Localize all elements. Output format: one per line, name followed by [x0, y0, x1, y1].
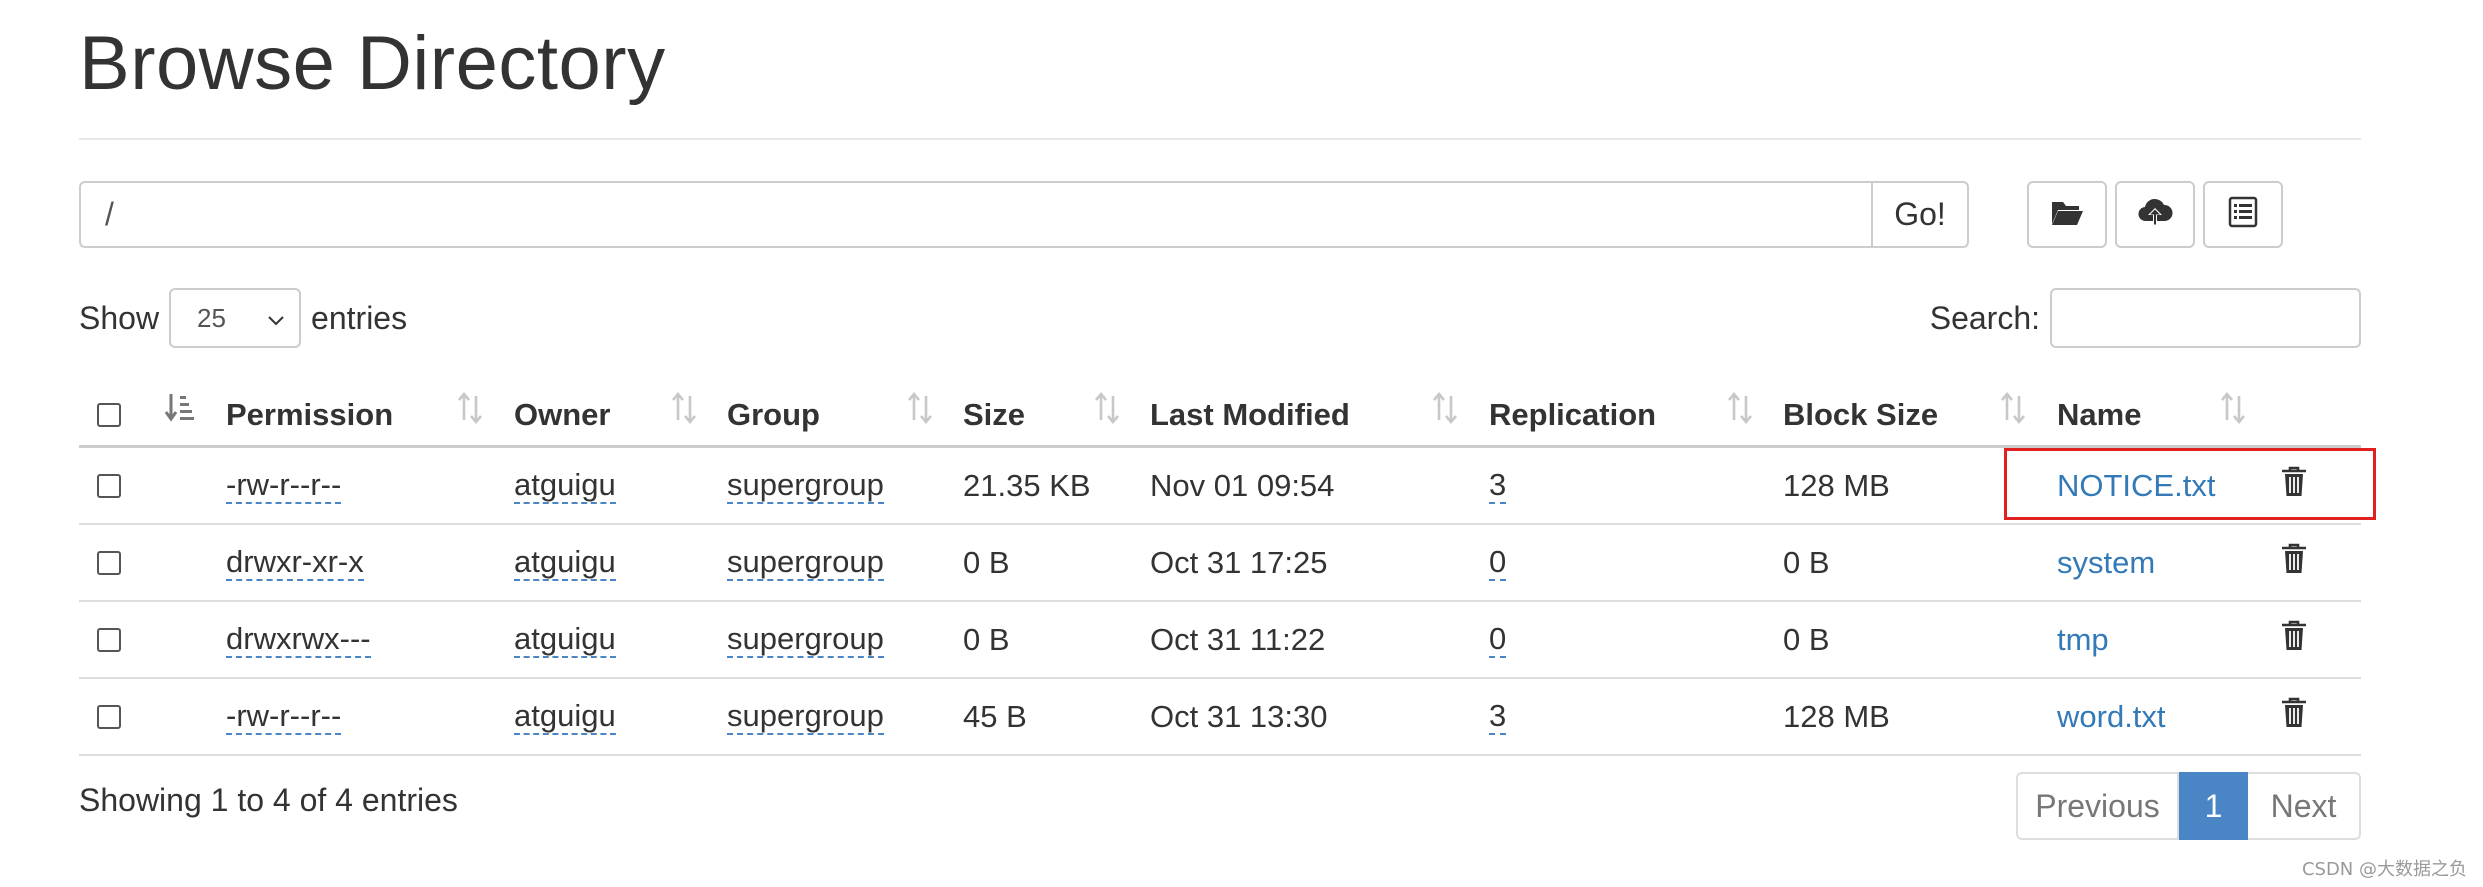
- previous-page-button[interactable]: Previous: [2016, 772, 2179, 840]
- header-replication[interactable]: Replication: [1489, 370, 1656, 445]
- sort-icon[interactable]: [2218, 390, 2248, 426]
- owner-cell[interactable]: atguigu: [514, 467, 616, 505]
- row-checkbox[interactable]: [97, 627, 121, 652]
- size-cell: 45 B: [963, 698, 1027, 734]
- upload-button[interactable]: [2115, 181, 2195, 248]
- go-button[interactable]: Go!: [1871, 181, 1969, 248]
- entries-label: entries: [311, 299, 408, 336]
- create-directory-button[interactable]: [2027, 181, 2107, 248]
- block-size-cell: 0 B: [1783, 544, 1830, 580]
- search-label: Search:: [1929, 299, 2040, 336]
- replication-cell[interactable]: 3: [1489, 698, 1507, 736]
- title-divider: [79, 138, 2361, 140]
- sort-asc-icon[interactable]: [164, 390, 194, 426]
- row-checkbox-cell: [97, 525, 121, 600]
- trash-icon: [2280, 696, 2308, 738]
- replication-cell[interactable]: 3: [1489, 467, 1507, 505]
- group-cell[interactable]: supergroup: [727, 544, 884, 582]
- file-table: Permission Owner Group Size Last Modifie…: [79, 370, 2361, 756]
- block-size-cell: 128 MB: [1783, 698, 1890, 734]
- header-block-size[interactable]: Block Size: [1783, 370, 1938, 445]
- block-size-cell: 0 B: [1783, 621, 1830, 657]
- trash-icon: [2280, 542, 2308, 584]
- modified-cell: Oct 31 17:25: [1150, 544, 1328, 580]
- path-input[interactable]: [79, 181, 1871, 248]
- permission-cell[interactable]: drwxr-xr-x: [226, 544, 364, 582]
- permission-cell[interactable]: drwxrwx---: [226, 621, 371, 659]
- delete-button[interactable]: [2280, 602, 2308, 677]
- owner-cell[interactable]: atguigu: [514, 544, 616, 582]
- row-checkbox-cell: [97, 679, 121, 754]
- table-row: drwxr-xr-x atguigu supergroup 0 B Oct 31…: [79, 525, 2361, 602]
- path-bar: Go!: [79, 181, 1969, 248]
- page-1-button[interactable]: 1: [2179, 772, 2248, 840]
- size-cell: 0 B: [963, 544, 1010, 580]
- table-row: drwxrwx--- atguigu supergroup 0 B Oct 31…: [79, 602, 2361, 679]
- file-name-link[interactable]: word.txt: [2057, 679, 2166, 754]
- delete-button[interactable]: [2280, 679, 2308, 754]
- group-cell[interactable]: supergroup: [727, 621, 884, 659]
- permission-cell[interactable]: -rw-r--r--: [226, 467, 342, 505]
- highlight-annotation: [2004, 448, 2376, 520]
- table-header: Permission Owner Group Size Last Modifie…: [79, 370, 2361, 448]
- file-name-link[interactable]: tmp: [2057, 602, 2109, 677]
- replication-cell[interactable]: 0: [1489, 621, 1507, 659]
- sort-icon[interactable]: [455, 390, 485, 426]
- row-checkbox-cell: [97, 448, 121, 523]
- list-icon: [2225, 194, 2261, 235]
- group-cell[interactable]: supergroup: [727, 467, 884, 505]
- header-name[interactable]: Name: [2057, 370, 2141, 445]
- modified-cell: Oct 31 13:30: [1150, 698, 1328, 734]
- sort-icon[interactable]: [669, 390, 699, 426]
- trash-icon: [2280, 619, 2308, 661]
- row-checkbox[interactable]: [97, 704, 121, 729]
- size-cell: 0 B: [963, 621, 1010, 657]
- table-row: -rw-r--r-- atguigu supergroup 45 B Oct 3…: [79, 679, 2361, 756]
- header-permission[interactable]: Permission: [226, 370, 393, 445]
- pagination: Previous 1 Next: [2016, 772, 2361, 840]
- row-checkbox-cell: [97, 602, 121, 677]
- search-input[interactable]: [2050, 288, 2361, 348]
- modified-cell: Oct 31 11:22: [1150, 621, 1326, 657]
- header-last-modified[interactable]: Last Modified: [1150, 370, 1350, 445]
- group-cell[interactable]: supergroup: [727, 698, 884, 736]
- block-size-cell: 128 MB: [1783, 467, 1890, 503]
- header-group[interactable]: Group: [727, 370, 820, 445]
- header-owner[interactable]: Owner: [514, 370, 610, 445]
- sort-icon[interactable]: [1725, 390, 1755, 426]
- entries-select-value: 25: [197, 302, 226, 333]
- entries-select[interactable]: 25: [169, 288, 302, 348]
- folder-open-icon: [2049, 194, 2085, 235]
- page-title: Browse Directory: [79, 21, 666, 106]
- row-checkbox[interactable]: [97, 473, 121, 498]
- chevron-down-icon: [267, 303, 285, 334]
- sort-icon[interactable]: [1092, 390, 1122, 426]
- file-name-link[interactable]: system: [2057, 525, 2155, 600]
- select-all-checkbox-cell: [97, 370, 121, 445]
- table-info: Showing 1 to 4 of 4 entries: [79, 782, 458, 818]
- sort-icon[interactable]: [905, 390, 935, 426]
- permission-cell[interactable]: -rw-r--r--: [226, 698, 342, 736]
- header-size[interactable]: Size: [963, 370, 1025, 445]
- cloud-upload-icon: [2137, 194, 2173, 235]
- replication-cell[interactable]: 0: [1489, 544, 1507, 582]
- delete-button[interactable]: [2280, 525, 2308, 600]
- owner-cell[interactable]: atguigu: [514, 698, 616, 736]
- select-all-checkbox[interactable]: [97, 402, 121, 427]
- watermark: CSDN @大数据之负: [2301, 859, 2467, 880]
- page-length-control: Show 25 entries: [79, 288, 407, 348]
- sort-icon[interactable]: [1998, 390, 2028, 426]
- next-page-button[interactable]: Next: [2248, 772, 2361, 840]
- show-label: Show: [79, 299, 160, 336]
- row-checkbox[interactable]: [97, 550, 121, 575]
- size-cell: 21.35 KB: [963, 467, 1091, 503]
- cut-paste-button[interactable]: [2203, 181, 2283, 248]
- modified-cell: Nov 01 09:54: [1150, 467, 1335, 503]
- sort-icon[interactable]: [1430, 390, 1460, 426]
- search-control: Search:: [1930, 288, 2361, 348]
- owner-cell[interactable]: atguigu: [514, 621, 616, 659]
